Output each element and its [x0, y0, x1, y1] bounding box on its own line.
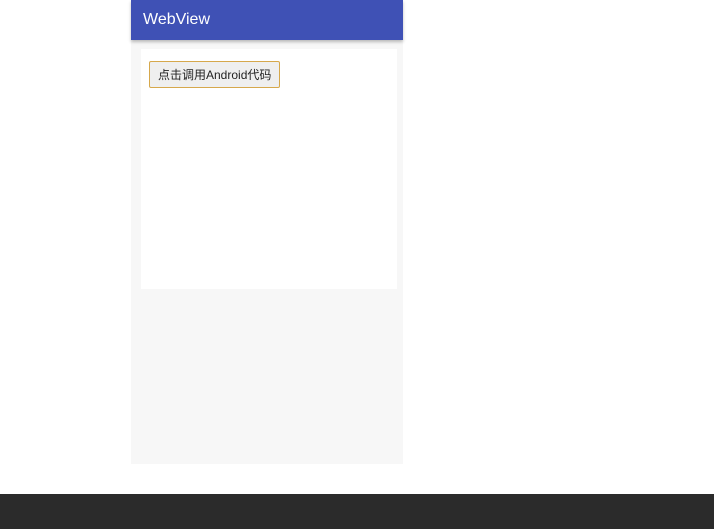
- invoke-android-button[interactable]: 点击调用Android代码: [149, 61, 280, 88]
- app-bar: WebView: [131, 0, 403, 40]
- webview-content: 点击调用Android代码: [141, 49, 397, 289]
- logcat-panel[interactable]: 03-04 22:41:10.400 1522-1522/scut.carson…: [0, 494, 714, 529]
- phone-frame: WebView 点击调用Android代码: [131, 0, 403, 464]
- app-bar-title: WebView: [143, 11, 210, 29]
